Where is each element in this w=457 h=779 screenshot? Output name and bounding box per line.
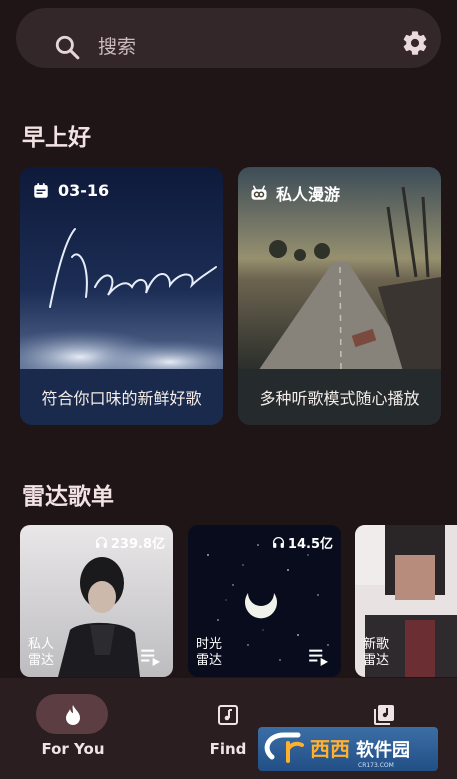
search-placeholder: 搜索 [98,36,137,58]
gear-icon[interactable] [401,29,429,57]
card-tag: 03-16 [32,181,109,200]
card-caption: 多种听歌模式随心播放 [238,369,441,425]
nav-tab-for-you[interactable]: For You [13,694,133,774]
svg-text:西西: 西西 [310,737,350,761]
music-library-icon [374,705,394,725]
playlist-play-icon[interactable] [141,648,161,666]
play-count: 14.5亿 [272,533,333,552]
music-note-icon [218,705,238,725]
playlist-label: 私人 雷达 [28,637,55,668]
search-icon [55,35,80,60]
calendar-icon [34,182,48,198]
headphones-icon [95,537,107,548]
headphones-icon [272,537,284,548]
watermark-logo: 西西 软件园 CR173.COM [258,727,438,771]
private-roaming-card[interactable]: 私人漫游 多种听歌模式随心播放 [238,167,441,425]
app-screen: 搜索 早上好 03-16 符合你口味的新鲜好歌 私人漫游 多种听歌模式随心播放 … [0,0,457,779]
radar-playlist-new[interactable]: 新歌 雷达 [355,525,457,677]
greeting-title: 早上好 [22,125,91,151]
card-caption: 符合你口味的新鲜好歌 [20,369,223,425]
card-date: 03-16 [58,181,110,200]
playlist-label: 时光 雷达 [196,637,223,668]
card-tag-label: 私人漫游 [276,185,341,204]
watermark-graphic: 西西 软件园 CR173.COM [264,732,410,769]
play-count: 239.8亿 [95,533,165,552]
search-bar[interactable]: 搜索 [16,8,441,68]
flame-icon [66,705,80,725]
radar-playlist-private[interactable]: 239.8亿 私人 雷达 [20,525,173,677]
playlist-play-icon[interactable] [309,648,329,666]
radar-section-title: 雷达歌单 [22,484,114,510]
radar-playlist-time[interactable]: 14.5亿 时光 雷达 [188,525,341,677]
svg-text:CR173.COM: CR173.COM [358,762,394,769]
card-tag: 私人漫游 [250,181,340,205]
playlist-label: 新歌 雷达 [363,637,390,668]
svg-text:软件园: 软件园 [356,739,410,761]
daily-recommend-card[interactable]: 03-16 符合你口味的新鲜好歌 [20,167,223,425]
radio-icon [251,185,267,200]
